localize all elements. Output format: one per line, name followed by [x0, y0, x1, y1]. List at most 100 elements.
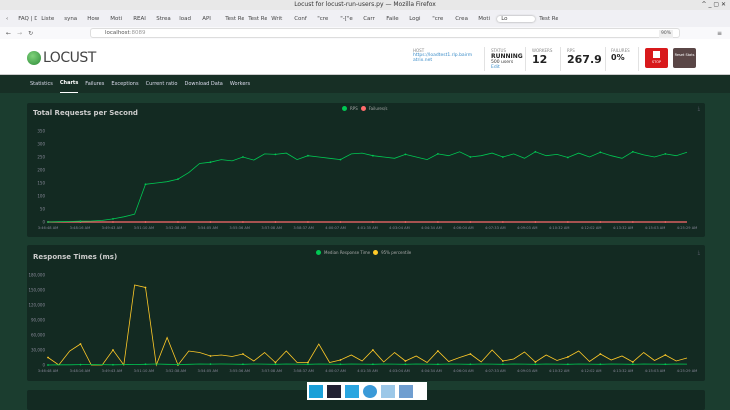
x-tick-label: 3:57:08 AM	[261, 369, 282, 373]
data-point	[47, 364, 49, 366]
x-tick-label: 3:48:16 AM	[70, 369, 91, 373]
reload-icon[interactable]: ↻	[28, 30, 33, 37]
browser-tab[interactable]: FAQ | D	[14, 16, 37, 22]
browser-globe-icon[interactable]	[363, 384, 377, 398]
data-point	[469, 363, 472, 366]
x-tick-label: 4:12:02 AM	[581, 369, 602, 373]
data-point	[144, 221, 147, 223]
browser-tab[interactable]: Faile	[382, 16, 405, 22]
browser-tab[interactable]: "-["e	[336, 16, 359, 22]
browser-tab[interactable]: Strea	[152, 16, 175, 22]
x-tick-label: 3:49:43 AM	[102, 369, 123, 373]
data-point	[274, 221, 277, 223]
back-icon[interactable]: ←	[6, 30, 11, 37]
browser-tab[interactable]: Logi	[405, 16, 428, 22]
browser-tab[interactable]: Crea	[451, 16, 474, 22]
data-point	[436, 363, 439, 366]
browser-tab[interactable]: Test Re	[535, 16, 558, 22]
browser-tab[interactable]: API	[198, 16, 221, 22]
browser-tab[interactable]: Test Re	[244, 16, 267, 22]
browser-tab[interactable]: "cre	[428, 16, 451, 22]
browser-tab[interactable]: Liste	[37, 16, 60, 22]
x-tick-label: 4:00:07 AM	[325, 369, 346, 373]
y-tick-label: 350	[37, 129, 45, 134]
browser-tab[interactable]: Writ	[267, 16, 290, 22]
data-point	[372, 221, 374, 223]
data-point	[404, 153, 407, 156]
window-titlebar: Locust for locust-run-users.py — Mozilla…	[0, 0, 730, 10]
data-point	[209, 161, 212, 164]
data-point	[177, 178, 179, 180]
x-tick-label: 3:55:36 AM	[229, 226, 250, 230]
browser-tab[interactable]: Moti	[106, 16, 129, 22]
x-tick-label: 4:06:04 AM	[453, 226, 474, 230]
browser-tab[interactable]: load	[175, 16, 198, 22]
nav-tab-download-data[interactable]: Download Data	[184, 75, 222, 93]
x-tick-label: 4:06:04 AM	[453, 369, 474, 373]
x-tick-label: 4:03:04 AM	[389, 226, 410, 230]
host-stat: HOST https://loadtest1.rlp.bairmatrix.net	[413, 48, 473, 63]
file-cabinet-icon[interactable]	[345, 384, 359, 398]
browser-tab[interactable]: Moti	[474, 16, 497, 22]
browser-tab[interactable]: How	[83, 16, 106, 22]
data-point	[144, 286, 147, 289]
x-tick-label: 4:03:04 AM	[389, 369, 410, 373]
menu-icon[interactable]: ≡	[717, 30, 722, 37]
x-tick-label: 4:09:03 AM	[517, 226, 538, 230]
x-tick-label: 4:09:03 AM	[517, 369, 538, 373]
reset-stats-button[interactable]: Reset Stats	[673, 48, 696, 68]
browser-tab[interactable]: REAI	[129, 16, 152, 22]
url-host: localhost	[105, 30, 130, 36]
data-point	[566, 156, 569, 159]
terminal-icon[interactable]	[327, 384, 341, 398]
zoom-level[interactable]: 90%	[658, 30, 673, 38]
nav-tab-exceptions[interactable]: Exceptions	[111, 75, 138, 93]
folder-icon[interactable]	[399, 384, 413, 398]
status-value: RUNNING	[491, 53, 523, 60]
nav-tab-failures[interactable]: Failures	[85, 75, 104, 93]
data-point	[209, 355, 212, 357]
rps-chart-panel: Total Requests per Second RPS Failures/s …	[27, 103, 705, 237]
data-point	[144, 363, 147, 366]
x-tick-label: 4:13:32 AM	[613, 226, 634, 230]
nav-tab-charts[interactable]: Charts	[59, 75, 79, 93]
data-point	[177, 363, 179, 366]
browser-tab[interactable]: Carr	[359, 16, 382, 22]
url-input[interactable]: localhost:8089 90%	[90, 28, 680, 38]
x-tick-label: 3:48:16 AM	[70, 226, 91, 230]
browser-tab[interactable]: syna	[60, 16, 83, 22]
x-tick-label: 4:07:33 AM	[485, 226, 506, 230]
data-point	[209, 221, 212, 223]
host-link[interactable]: https://loadtest1.rlp.bairmatrix.net	[413, 53, 473, 63]
data-point	[404, 363, 407, 366]
nav-tab-workers[interactable]: Workers	[230, 75, 250, 93]
forward-icon[interactable]: →	[17, 30, 22, 37]
x-tick-label: 3:54:05 AM	[197, 226, 218, 230]
tab-scroll-left-icon[interactable]: ‹	[0, 16, 14, 22]
edit-users-link[interactable]: Edit	[491, 65, 523, 70]
nav-tab-statistics[interactable]: Statistics	[30, 75, 53, 93]
data-point	[436, 350, 439, 352]
data-point	[144, 183, 147, 186]
search-icon[interactable]	[381, 384, 395, 398]
stop-button[interactable]: STOP	[645, 48, 668, 68]
data-point	[47, 221, 49, 223]
browser-tab[interactable]: Test Re	[221, 16, 244, 22]
window-controls[interactable]: ^ _ ▢ ✕	[702, 0, 726, 10]
data-point	[664, 354, 667, 356]
y-tick-label: 0	[42, 220, 45, 225]
nav-tab-current-ratio[interactable]: Current ratio	[146, 75, 178, 93]
data-point	[436, 221, 439, 223]
data-point	[112, 217, 114, 220]
desktop-icon[interactable]	[309, 384, 323, 398]
x-tick-label: 3:57:08 AM	[261, 226, 282, 230]
browser-tab[interactable]: Lo	[497, 15, 536, 22]
browser-tab[interactable]: Conf	[290, 16, 313, 22]
response-times-panel: Response Times (ms) Median Response Time…	[27, 245, 705, 381]
x-tick-label: 3:46:48 AM	[38, 226, 59, 230]
y-tick-label: 120,000	[28, 303, 45, 308]
browser-tab[interactable]: "cre	[313, 16, 336, 22]
workers-stat: WORKERS 12	[532, 48, 552, 66]
x-tick-label: 3:52:38 AM	[166, 369, 187, 373]
failures-stat: FAILURES 0%	[611, 48, 630, 62]
